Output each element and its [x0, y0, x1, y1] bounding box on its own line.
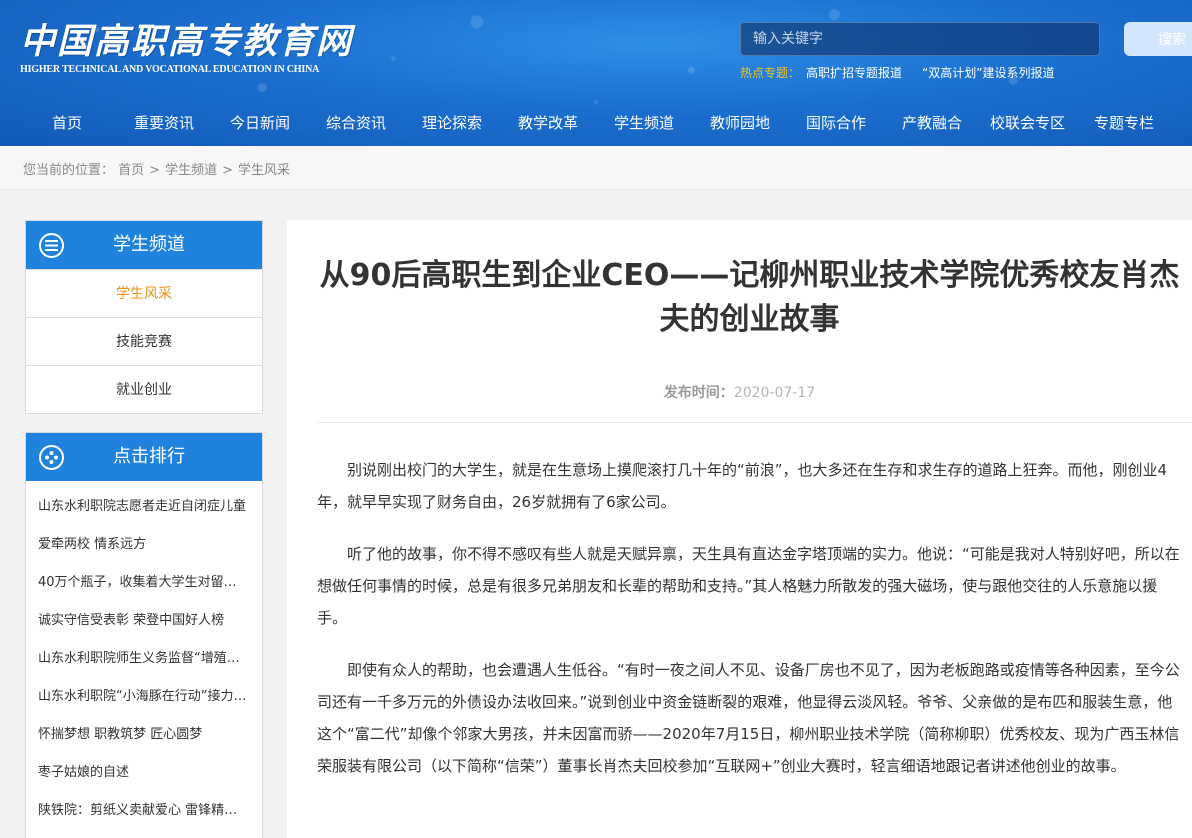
nav-item-teachers[interactable]: 教师园地: [710, 104, 770, 142]
hot-topics: 热点专题： 高职扩招专题报道 “双高计划”建设系列报道: [740, 64, 1054, 81]
ranking-item[interactable]: 40万个瓶子，收集着大学生对留守儿童的爱: [26, 564, 262, 602]
hot-topics-label: 热点专题：: [740, 66, 801, 80]
search-input[interactable]: [740, 22, 1100, 56]
publish-date: 2020-07-17: [733, 385, 816, 401]
ranking-panel: 点击排行 山东水利职院志愿者走近自闭症儿童 爱牵两校 情系远方 40万个瓶子，收…: [25, 432, 263, 838]
logo-chinese: 中国高职高专教育网: [20, 21, 354, 62]
ranking-item[interactable]: 山东水利职院志愿者走近自闭症儿童: [26, 488, 262, 526]
ranking-item[interactable]: 诚实守信受表彰 荣登中国好人榜: [26, 602, 262, 640]
publish-time-label: 发布时间：: [663, 385, 734, 401]
article-title: 从90后高职生到企业CEO——记柳州职业技术学院优秀校友肖杰夫的创业故事: [319, 258, 1180, 337]
hot-topic-link[interactable]: “双高计划”建设系列报道: [922, 66, 1054, 80]
channel-panel-header: 学生频道: [26, 221, 262, 269]
nav-item-international[interactable]: 国际合作: [806, 104, 866, 142]
channel-panel-title: 学生频道: [113, 234, 185, 255]
ranking-item[interactable]: 山东水利职院“小海豚在行动”接力传递爱心: [26, 678, 262, 716]
channel-item-skills[interactable]: 技能竞赛: [26, 317, 262, 365]
logo-english: HIGHER TECHNICAL AND VOCATIONAL EDUCATIO…: [20, 64, 320, 75]
ranking-item[interactable]: 爱牵两校 情系远方: [26, 526, 262, 564]
nav-item-important-news[interactable]: 重要资讯: [134, 104, 194, 142]
nav-item-teaching-reform[interactable]: 教学改革: [518, 104, 578, 142]
ranking-panel-header: 点击排行: [26, 433, 262, 481]
nav-item-today-news[interactable]: 今日新闻: [230, 104, 290, 142]
breadcrumb-students[interactable]: 学生频道: [165, 163, 217, 178]
breadcrumb-bar: 您当前的位置： 首页 > 学生频道 > 学生风采: [0, 146, 1192, 190]
breadcrumb-prefix: 您当前的位置：: [23, 163, 115, 178]
site-header: 中国高职高专教育网 HIGHER TECHNICAL AND VOCATIONA…: [0, 0, 1192, 146]
channel-item-employment[interactable]: 就业创业: [26, 365, 262, 413]
nav-item-home[interactable]: 首页: [52, 104, 82, 142]
breadcrumb: 您当前的位置： 首页 > 学生频道 > 学生风采: [23, 159, 290, 178]
article-meta: 发布时间：2020-07-17: [287, 382, 1192, 402]
ranking-item[interactable]: 枣子姑娘的自述: [26, 754, 262, 792]
article-panel: 从90后高职生到企业CEO——记柳州职业技术学院优秀校友肖杰夫的创业故事 发布时…: [287, 220, 1192, 838]
nav-item-theory[interactable]: 理论探索: [422, 104, 482, 142]
nav-item-students[interactable]: 学生频道: [614, 104, 674, 142]
ranking-item[interactable]: 陕铁院：剪纸义卖献爱心 雷锋精神永传承: [26, 792, 262, 830]
ranking-list: 山东水利职院志愿者走近自闭症儿童 爱牵两校 情系远方 40万个瓶子，收集着大学生…: [26, 481, 262, 830]
breadcrumb-current[interactable]: 学生风采: [238, 163, 290, 178]
article-paragraph: 别说刚出校门的大学生，就是在生意场上摸爬滚打几十年的“前浪”，也大多还在生存和求…: [317, 461, 1168, 511]
nav-item-alliance[interactable]: 校联会专区: [990, 104, 1065, 142]
ranking-panel-title: 点击排行: [113, 446, 185, 467]
channel-panel: 学生频道 学生风采 技能竞赛 就业创业: [25, 220, 263, 414]
ranking-item[interactable]: 怀揣梦想 职教筑梦 匠心圆梦: [26, 716, 262, 754]
nav-item-general-news[interactable]: 综合资讯: [326, 104, 386, 142]
site-logo[interactable]: 中国高职高专教育网 HIGHER TECHNICAL AND VOCATIONA…: [20, 21, 354, 76]
article-body: 别说刚出校门的大学生，就是在生意场上摸爬滚打几十年的“前浪”，也大多还在生存和求…: [317, 454, 1187, 802]
nav-item-special[interactable]: 专题专栏: [1094, 104, 1154, 142]
breadcrumb-separator: >: [222, 163, 233, 178]
hot-topic-link[interactable]: 高职扩招专题报道: [806, 66, 902, 80]
main-nav: 首页 重要资讯 今日新闻 综合资讯 理论探索 教学改革 学生频道 教师园地 国际…: [0, 104, 1192, 142]
nav-item-industry[interactable]: 产教融合: [902, 104, 962, 142]
channel-item-student-style[interactable]: 学生风采: [26, 269, 262, 317]
search-button[interactable]: 搜索: [1124, 22, 1192, 56]
breadcrumb-home[interactable]: 首页: [118, 163, 144, 178]
article-paragraph: 听了他的故事，你不得不感叹有些人就是天赋异禀，天生具有直达金字塔顶端的实力。他说…: [317, 545, 1180, 627]
ranking-item[interactable]: 山东水利职院师生义务监督“增殖放流”: [26, 640, 262, 678]
breadcrumb-separator: >: [149, 163, 161, 178]
article-paragraph: 即使有众人的帮助，也会遭遇人生低谷。“有时一夜之间人不见、设备厂房也不见了，因为…: [317, 661, 1180, 775]
article-divider: [317, 422, 1192, 423]
